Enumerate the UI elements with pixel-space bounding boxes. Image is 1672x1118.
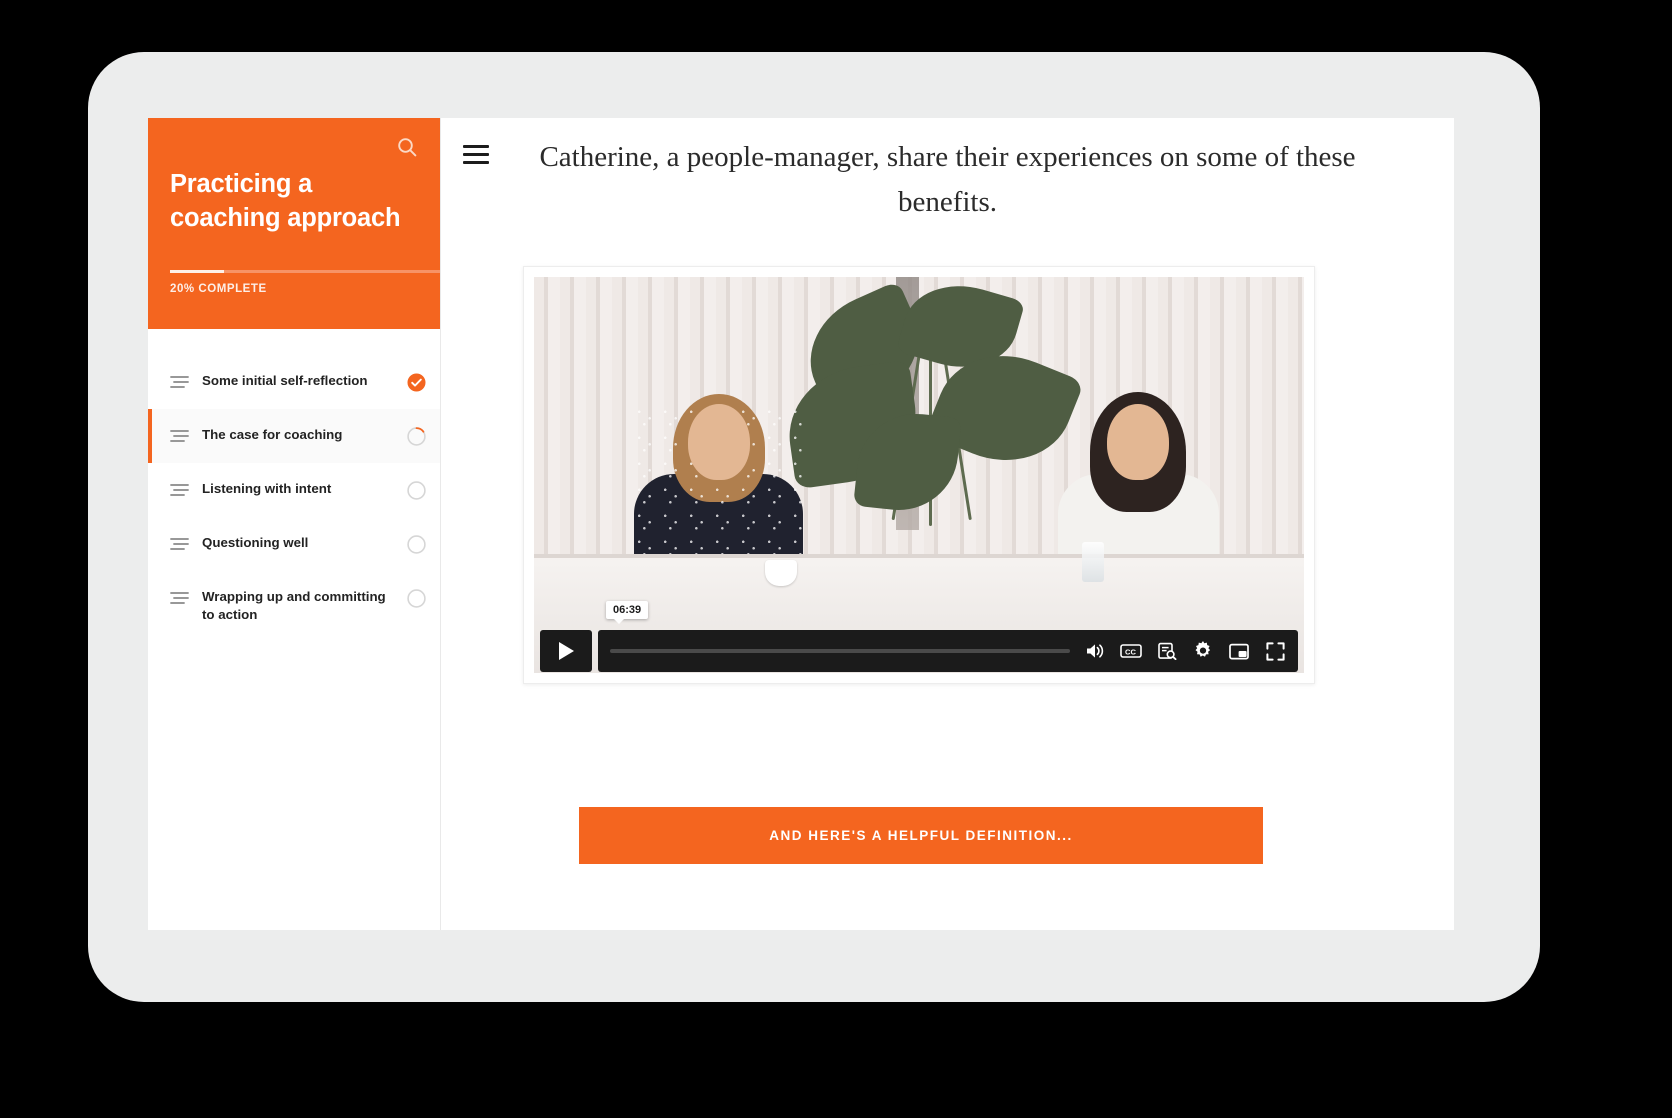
play-button[interactable]: [540, 630, 592, 672]
closed-captions-icon[interactable]: CC: [1120, 640, 1142, 662]
video-player[interactable]: 06:39 CC: [534, 277, 1304, 673]
lesson-lines-icon: [170, 591, 190, 605]
transcript-search-icon[interactable]: [1156, 640, 1178, 662]
progress-fill: [170, 270, 224, 273]
sidebar-header: Practicing a coaching approach 20% COMPL…: [148, 118, 440, 329]
search-icon[interactable]: [396, 136, 418, 158]
video-time-tooltip: 06:39: [606, 601, 649, 624]
lesson-item-label: The case for coaching: [202, 427, 343, 442]
lesson-nav-list: Some initial self-reflection The case for…: [148, 329, 440, 641]
screenshot-stage: Practicing a coaching approach 20% COMPL…: [0, 0, 1672, 1118]
lesson-status-not-started-icon: [407, 481, 426, 500]
video-thumbnail-image: [534, 277, 1304, 673]
tablet-device-frame: Practicing a coaching approach 20% COMPL…: [88, 52, 1540, 1002]
lesson-item-label: Some initial self-reflection: [202, 373, 368, 388]
lesson-lines-icon: [170, 483, 190, 497]
lesson-item[interactable]: Wrapping up and committing to action: [148, 571, 440, 641]
fullscreen-icon[interactable]: [1264, 640, 1286, 662]
lesson-status-in-progress-icon: [407, 427, 426, 446]
svg-text:CC: CC: [1125, 647, 1136, 656]
video-controls-bar: 06:39 CC: [598, 601, 1298, 672]
lesson-status-not-started-icon: [407, 589, 426, 608]
tablet-screen: Practicing a coaching approach 20% COMPL…: [148, 118, 1454, 930]
lesson-item[interactable]: The case for coaching: [148, 409, 440, 463]
lesson-lines-icon: [170, 429, 190, 443]
picture-in-picture-icon[interactable]: [1228, 640, 1250, 662]
lesson-item-label: Questioning well: [202, 535, 309, 550]
lesson-item[interactable]: Listening with intent: [148, 463, 440, 517]
lesson-lead-paragraph: Catherine, a people-manager, share their…: [539, 141, 1356, 218]
scene-cup: [765, 559, 797, 586]
lesson-item-label: Listening with intent: [202, 481, 332, 496]
lesson-item-label: Wrapping up and committing to action: [202, 589, 386, 622]
lesson-content-area: Catherine, a people-manager, share their…: [441, 118, 1454, 930]
lesson-lines-icon: [170, 375, 190, 389]
lesson-lines-icon: [170, 537, 190, 551]
scene-plant: [780, 277, 1085, 531]
helpful-definition-button[interactable]: AND HERE'S A HELPFUL DEFINITION...: [579, 807, 1263, 864]
course-title: Practicing a coaching approach: [170, 170, 401, 232]
scene-glass: [1081, 541, 1104, 582]
video-scrubber[interactable]: 06:39: [606, 601, 1070, 653]
video-card: 06:39 CC: [523, 266, 1315, 684]
course-sidebar: Practicing a coaching approach 20% COMPL…: [148, 118, 441, 930]
volume-icon[interactable]: [1084, 640, 1106, 662]
lesson-status-complete-icon: [407, 373, 426, 392]
settings-gear-icon[interactable]: [1192, 640, 1214, 662]
lesson-item[interactable]: Questioning well: [148, 517, 440, 571]
lesson-item[interactable]: Some initial self-reflection: [148, 355, 440, 409]
video-controls: 06:39 CC: [534, 601, 1304, 673]
progress-label: 20% COMPLETE: [170, 283, 267, 295]
progress-track: [170, 270, 440, 273]
lesson-status-not-started-icon: [407, 535, 426, 554]
course-progress: 20% COMPLETE: [170, 270, 440, 295]
play-icon: [558, 642, 574, 660]
